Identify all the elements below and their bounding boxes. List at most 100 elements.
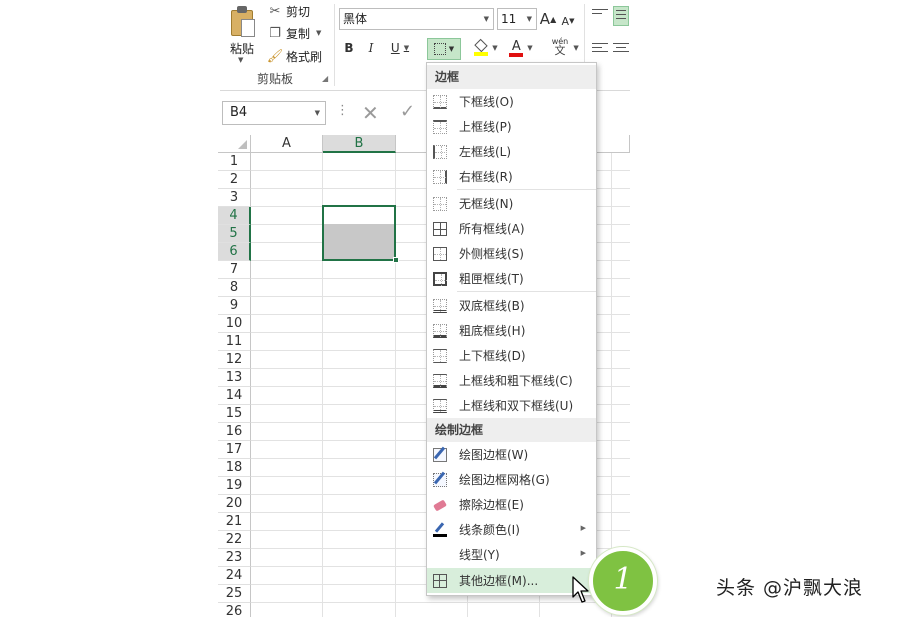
chevron-down-icon[interactable]: ▼	[316, 29, 321, 37]
dialog-launcher-icon[interactable]: ◢	[322, 74, 328, 83]
row-header[interactable]: 24	[218, 567, 251, 585]
shrink-font-button[interactable]: A ▼	[561, 11, 575, 31]
format-painter-button[interactable]: 🖌 格式刷	[266, 46, 322, 66]
menu-item-top-thick-bottom-border[interactable]: 上框线和粗下框线(C)	[427, 368, 596, 393]
chevron-down-icon[interactable]: ▼	[449, 45, 454, 53]
row-header[interactable]: 9	[218, 297, 251, 315]
chevron-down-icon[interactable]: ▼	[527, 9, 532, 29]
menu-item-all-borders[interactable]: 所有框线(A)	[427, 216, 596, 241]
font-name-value: 黑体	[343, 12, 368, 26]
row-header[interactable]: 3	[218, 189, 251, 207]
row-header[interactable]: 13	[218, 369, 251, 387]
row-header[interactable]: 10	[218, 315, 251, 333]
row-header[interactable]: 7	[218, 261, 251, 279]
menu-item-label: 右框线(R)	[459, 170, 513, 184]
bottom-double-border-icon	[433, 298, 447, 313]
menu-item-bottom-double-border[interactable]: 双底框线(B)	[427, 293, 596, 318]
row-header[interactable]: 15	[218, 405, 251, 423]
row-header[interactable]: 20	[218, 495, 251, 513]
cut-button[interactable]: ✂ 剪切	[266, 1, 310, 21]
shrink-font-icon: A	[561, 14, 570, 28]
row-header[interactable]: 4	[218, 207, 251, 225]
name-box[interactable]: B4 ▼	[222, 101, 326, 125]
font-color-button[interactable]: A ▼	[505, 38, 537, 58]
row-header[interactable]: 14	[218, 387, 251, 405]
paint-bucket-icon	[474, 38, 489, 56]
selected-range-border[interactable]	[322, 205, 396, 261]
middle-align-icon[interactable]	[613, 6, 629, 26]
chevron-down-icon[interactable]: ▼	[492, 44, 497, 52]
menu-item-left-border[interactable]: 左框线(L)	[427, 139, 596, 164]
chevron-down-icon[interactable]: ▼	[315, 102, 320, 124]
menu-item-thick-bottom-border[interactable]: 粗底框线(H)	[427, 318, 596, 343]
phonetic-dropdown[interactable]: ▼	[570, 38, 578, 58]
menu-item-line-color[interactable]: 线条颜色(I) ▶	[427, 517, 596, 542]
row-header[interactable]: 23	[218, 549, 251, 567]
cancel-icon[interactable]: ✕	[362, 101, 379, 125]
select-all-corner[interactable]	[218, 135, 251, 153]
row-header[interactable]: 8	[218, 279, 251, 297]
row-header[interactable]: 5	[218, 225, 251, 243]
row-header[interactable]: 2	[218, 171, 251, 189]
borders-button[interactable]: ▼	[427, 38, 461, 60]
chevron-down-icon[interactable]: ▼	[527, 44, 532, 52]
bold-label: B	[344, 41, 354, 55]
row-header[interactable]: 26	[218, 603, 251, 617]
italic-button[interactable]: I	[363, 38, 379, 58]
chevron-down-icon[interactable]: ▼	[484, 9, 489, 29]
font-name-select[interactable]: 黑体 ▼	[339, 8, 494, 30]
center-align-icon[interactable]	[613, 43, 629, 57]
column-header-a[interactable]: A	[251, 135, 323, 153]
column-gridline	[611, 153, 612, 617]
copy-button[interactable]: ❐ 复制 ▼	[266, 23, 321, 43]
menu-item-bottom-border[interactable]: 下框线(O)	[427, 89, 596, 114]
chevron-down-icon[interactable]: ▼	[238, 56, 243, 64]
menu-item-right-border[interactable]: 右框线(R)	[427, 164, 596, 189]
formula-bar-grip-icon[interactable]: ⋮	[336, 103, 349, 118]
submenu-arrow-icon: ▶	[580, 524, 586, 532]
underline-button[interactable]: U ▼	[386, 38, 414, 58]
left-align-icon[interactable]	[592, 43, 608, 57]
menu-item-no-border[interactable]: 无框线(N)	[427, 191, 596, 216]
row-header[interactable]: 1	[218, 153, 251, 171]
menu-item-draw-border[interactable]: 绘图边框(W)	[427, 442, 596, 467]
erase-border-icon	[433, 498, 447, 512]
row-header[interactable]: 16	[218, 423, 251, 441]
row-header[interactable]: 11	[218, 333, 251, 351]
menu-item-erase-border[interactable]: 擦除边框(E)	[427, 492, 596, 517]
column-header-b[interactable]: B	[323, 135, 396, 153]
menu-separator	[457, 189, 596, 190]
grow-font-button[interactable]: A ▲	[540, 9, 556, 29]
menu-item-label: 擦除边框(E)	[459, 498, 524, 512]
enter-check-icon[interactable]: ✓	[400, 101, 415, 122]
row-header[interactable]: 12	[218, 351, 251, 369]
row-header[interactable]: 22	[218, 531, 251, 549]
row-header[interactable]: 25	[218, 585, 251, 603]
top-bottom-border-icon	[433, 348, 447, 363]
clipboard-group-label: 剪贴板	[256, 72, 293, 86]
menu-item-top-double-bottom-border[interactable]: 上框线和双下框线(U)	[427, 393, 596, 418]
outside-borders-icon	[433, 246, 447, 261]
menu-item-draw-border-grid[interactable]: 绘图边框网格(G)	[427, 467, 596, 492]
row-header[interactable]: 18	[218, 459, 251, 477]
fill-color-button[interactable]: ▼	[470, 38, 502, 58]
chevron-down-icon[interactable]: ▼	[404, 44, 409, 52]
menu-item-thick-box-border[interactable]: 粗匣框线(T)	[427, 266, 596, 291]
menu-item-line-style[interactable]: 线型(Y) ▶	[427, 542, 596, 567]
menu-item-top-bottom-border[interactable]: 上下框线(D)	[427, 343, 596, 368]
row-header[interactable]: 19	[218, 477, 251, 495]
paste-button[interactable]: 粘贴 ▼	[226, 4, 258, 64]
menu-item-outside-borders[interactable]: 外侧框线(S)	[427, 241, 596, 266]
row-header[interactable]: 21	[218, 513, 251, 531]
row-header[interactable]: 6	[218, 243, 251, 261]
font-size-select[interactable]: 11 ▼	[497, 8, 537, 30]
bold-button[interactable]: B	[341, 38, 357, 58]
menu-item-top-border[interactable]: 上框线(P)	[427, 114, 596, 139]
draw-border-icon	[433, 446, 447, 462]
top-align-icon[interactable]	[592, 9, 608, 23]
menu-item-more-borders[interactable]: 其他边框(M)...	[427, 568, 596, 593]
fill-handle[interactable]	[393, 257, 399, 263]
row-header[interactable]: 17	[218, 441, 251, 459]
menu-item-label: 线型(Y)	[459, 548, 500, 562]
font-size-value: 11	[501, 12, 517, 26]
